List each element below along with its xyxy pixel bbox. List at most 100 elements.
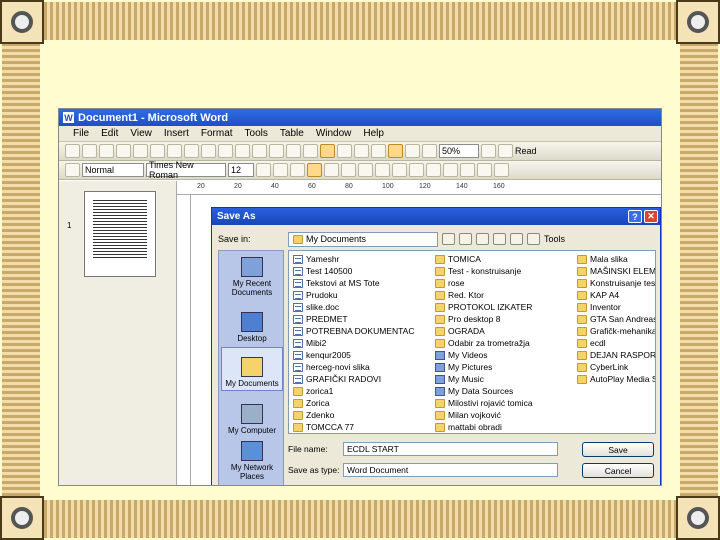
highlight-icon[interactable]	[477, 163, 492, 177]
underline-icon[interactable]	[290, 163, 305, 177]
menu-item-file[interactable]: File	[73, 128, 89, 139]
list-item[interactable]: Milan vojković	[435, 409, 557, 421]
permission-icon[interactable]	[116, 144, 131, 158]
help-icon[interactable]	[481, 144, 496, 158]
delete-icon[interactable]	[493, 233, 506, 245]
font-color-icon[interactable]	[494, 163, 509, 177]
list-item[interactable]: AutoPlay Media Stu	[577, 373, 655, 385]
list-item[interactable]: TOMICA	[435, 253, 557, 265]
horizontal-ruler[interactable]: 20 20 40 60 80 100 120 140 160	[177, 181, 661, 195]
list-item[interactable]: DEJAN RASPORED	[577, 349, 655, 361]
bold-icon[interactable]	[256, 163, 271, 177]
list-item[interactable]: My Data Sources	[435, 385, 557, 397]
place-my-recent-documents[interactable]: My Recent Documents	[221, 255, 283, 299]
style-select[interactable]: Normal	[82, 163, 144, 177]
show-hide-icon[interactable]	[422, 144, 437, 158]
cut-icon[interactable]	[201, 144, 216, 158]
font-size-select[interactable]: 12	[228, 163, 254, 177]
document-map-icon[interactable]	[405, 144, 420, 158]
place-my-computer[interactable]: My Computer	[221, 393, 283, 437]
list-item[interactable]: My Videos	[435, 349, 557, 361]
menu-item-tools[interactable]: Tools	[245, 128, 268, 139]
decrease-indent-icon[interactable]	[426, 163, 441, 177]
align-right-icon[interactable]	[341, 163, 356, 177]
drawing-icon[interactable]	[388, 144, 403, 158]
read-label[interactable]: Read	[515, 146, 537, 156]
list-item[interactable]: My Pictures	[435, 361, 557, 373]
new-folder-icon[interactable]	[510, 233, 523, 245]
list-item[interactable]: Mibi2	[293, 337, 415, 349]
hyperlink-icon[interactable]	[303, 144, 318, 158]
italic-icon[interactable]	[273, 163, 288, 177]
list-item[interactable]: My Music	[435, 373, 557, 385]
list-item[interactable]: Inventor	[577, 301, 655, 313]
line-spacing-icon[interactable]	[375, 163, 390, 177]
styles-pane-icon[interactable]	[65, 163, 80, 177]
place-my-documents[interactable]: My Documents	[221, 347, 283, 391]
save-icon[interactable]	[99, 144, 114, 158]
back-icon[interactable]	[442, 233, 455, 245]
list-item[interactable]: MAŠINSKI ELEMENT	[577, 265, 655, 277]
list-item[interactable]: kenqur2005	[293, 349, 415, 361]
list-item[interactable]: KAP A4	[577, 289, 655, 301]
list-item[interactable]: Tekstovi at MS Tote	[293, 277, 415, 289]
open-icon[interactable]	[82, 144, 97, 158]
menu-item-format[interactable]: Format	[201, 128, 233, 139]
paste-icon[interactable]	[235, 144, 250, 158]
bullets-icon[interactable]	[409, 163, 424, 177]
views-icon[interactable]	[527, 233, 540, 245]
save-in-select[interactable]: My Documents	[288, 231, 438, 247]
list-item[interactable]: Mala slika	[577, 253, 655, 265]
numbering-icon[interactable]	[392, 163, 407, 177]
zoom-select[interactable]: 50%	[439, 144, 479, 158]
list-item[interactable]: CyberLink	[577, 361, 655, 373]
list-item[interactable]: PREDMET	[293, 313, 415, 325]
menu-item-table[interactable]: Table	[280, 128, 304, 139]
list-item[interactable]: GTA San Andreas U	[577, 313, 655, 325]
search-web-icon[interactable]	[476, 233, 489, 245]
list-item[interactable]: POTREBNA DOKUMENTACIJA ZA UPIS	[293, 325, 415, 337]
undo-icon[interactable]	[269, 144, 284, 158]
list-item[interactable]: Odabir za trometražja	[435, 337, 557, 349]
list-item[interactable]: Yameshr	[293, 253, 415, 265]
font-select[interactable]: Times New Roman	[146, 160, 226, 180]
border-icon[interactable]	[460, 163, 475, 177]
list-item[interactable]: PROTOKOL IZKATER	[435, 301, 557, 313]
list-item[interactable]: OGRADA	[435, 325, 557, 337]
list-item[interactable]: Milostivi rojavić tomica	[435, 397, 557, 409]
insert-table-icon[interactable]	[337, 144, 352, 158]
align-center-icon[interactable]	[324, 163, 339, 177]
copy-icon[interactable]	[218, 144, 233, 158]
up-folder-icon[interactable]	[459, 233, 472, 245]
list-item[interactable]: GRAFIČKI RADOVI	[293, 373, 415, 385]
menu-item-insert[interactable]: Insert	[164, 128, 189, 139]
print-preview-icon[interactable]	[150, 144, 165, 158]
list-item[interactable]: slike.doc	[293, 301, 415, 313]
spelling-icon[interactable]	[167, 144, 182, 158]
list-item[interactable]: Test - konstruisanje	[435, 265, 557, 277]
save-button[interactable]: Save	[582, 442, 654, 457]
redo-icon[interactable]	[286, 144, 301, 158]
list-item[interactable]: herceg-novi slika	[293, 361, 415, 373]
print-icon[interactable]	[133, 144, 148, 158]
page-thumbnail[interactable]	[84, 191, 156, 277]
place-desktop[interactable]: Desktop	[221, 301, 283, 345]
menu-item-window[interactable]: Window	[316, 128, 352, 139]
justify-icon[interactable]	[358, 163, 373, 177]
insert-excel-icon[interactable]	[354, 144, 369, 158]
research-icon[interactable]	[184, 144, 199, 158]
format-painter-icon[interactable]	[252, 144, 267, 158]
list-item[interactable]: ecdl	[577, 337, 655, 349]
list-item[interactable]: Zorica	[293, 397, 415, 409]
columns-icon[interactable]	[371, 144, 386, 158]
menu-item-help[interactable]: Help	[363, 128, 384, 139]
list-item[interactable]: Zdenko	[293, 409, 415, 421]
menu-item-view[interactable]: View	[130, 128, 152, 139]
list-item[interactable]: mattabi obradi	[435, 421, 557, 433]
list-item[interactable]: Prudoku	[293, 289, 415, 301]
list-item[interactable]: Red. Ktor	[435, 289, 557, 301]
file-name-input[interactable]: ECDL START	[343, 442, 558, 456]
place-my-network-places[interactable]: My Network Places	[221, 439, 283, 483]
list-item[interactable]: zorica1	[293, 385, 415, 397]
menu-item-edit[interactable]: Edit	[101, 128, 118, 139]
